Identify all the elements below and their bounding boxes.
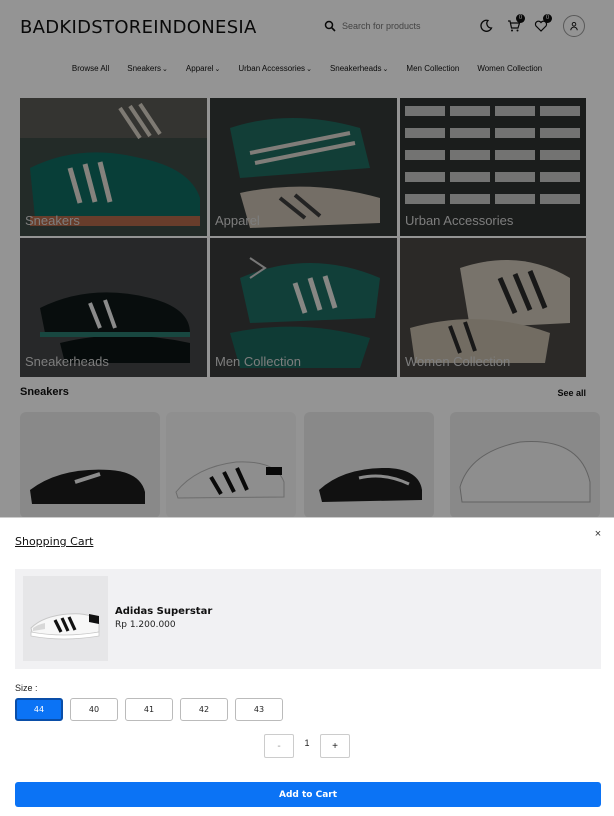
modal-backdrop[interactable] <box>0 0 614 518</box>
size-selector: 44 40 41 42 43 <box>15 698 283 721</box>
add-to-cart-button[interactable]: Add to Cart <box>15 782 601 807</box>
size-option-40[interactable]: 40 <box>70 698 118 721</box>
size-option-44[interactable]: 44 <box>15 698 63 721</box>
quantity-stepper: - 1 + <box>264 734 350 758</box>
item-thumbnail <box>23 576 108 661</box>
decrease-quantity-button[interactable]: - <box>264 734 294 758</box>
shopping-cart-panel: Shopping Cart × Adidas Superstar Rp 1.20… <box>0 517 614 816</box>
size-option-42[interactable]: 42 <box>180 698 228 721</box>
cart-title: Shopping Cart <box>15 535 94 548</box>
quantity-value[interactable]: 1 <box>294 734 320 758</box>
size-option-41[interactable]: 41 <box>125 698 173 721</box>
item-price: Rp 1.200.000 <box>115 620 176 630</box>
close-icon[interactable]: × <box>592 528 604 540</box>
item-name: Adidas Superstar <box>115 606 213 617</box>
size-label: Size : <box>15 683 38 693</box>
increase-quantity-button[interactable]: + <box>320 734 350 758</box>
cart-item: Adidas Superstar Rp 1.200.000 <box>15 569 601 669</box>
size-option-43[interactable]: 43 <box>235 698 283 721</box>
adidas-superstar-image <box>23 576 108 661</box>
